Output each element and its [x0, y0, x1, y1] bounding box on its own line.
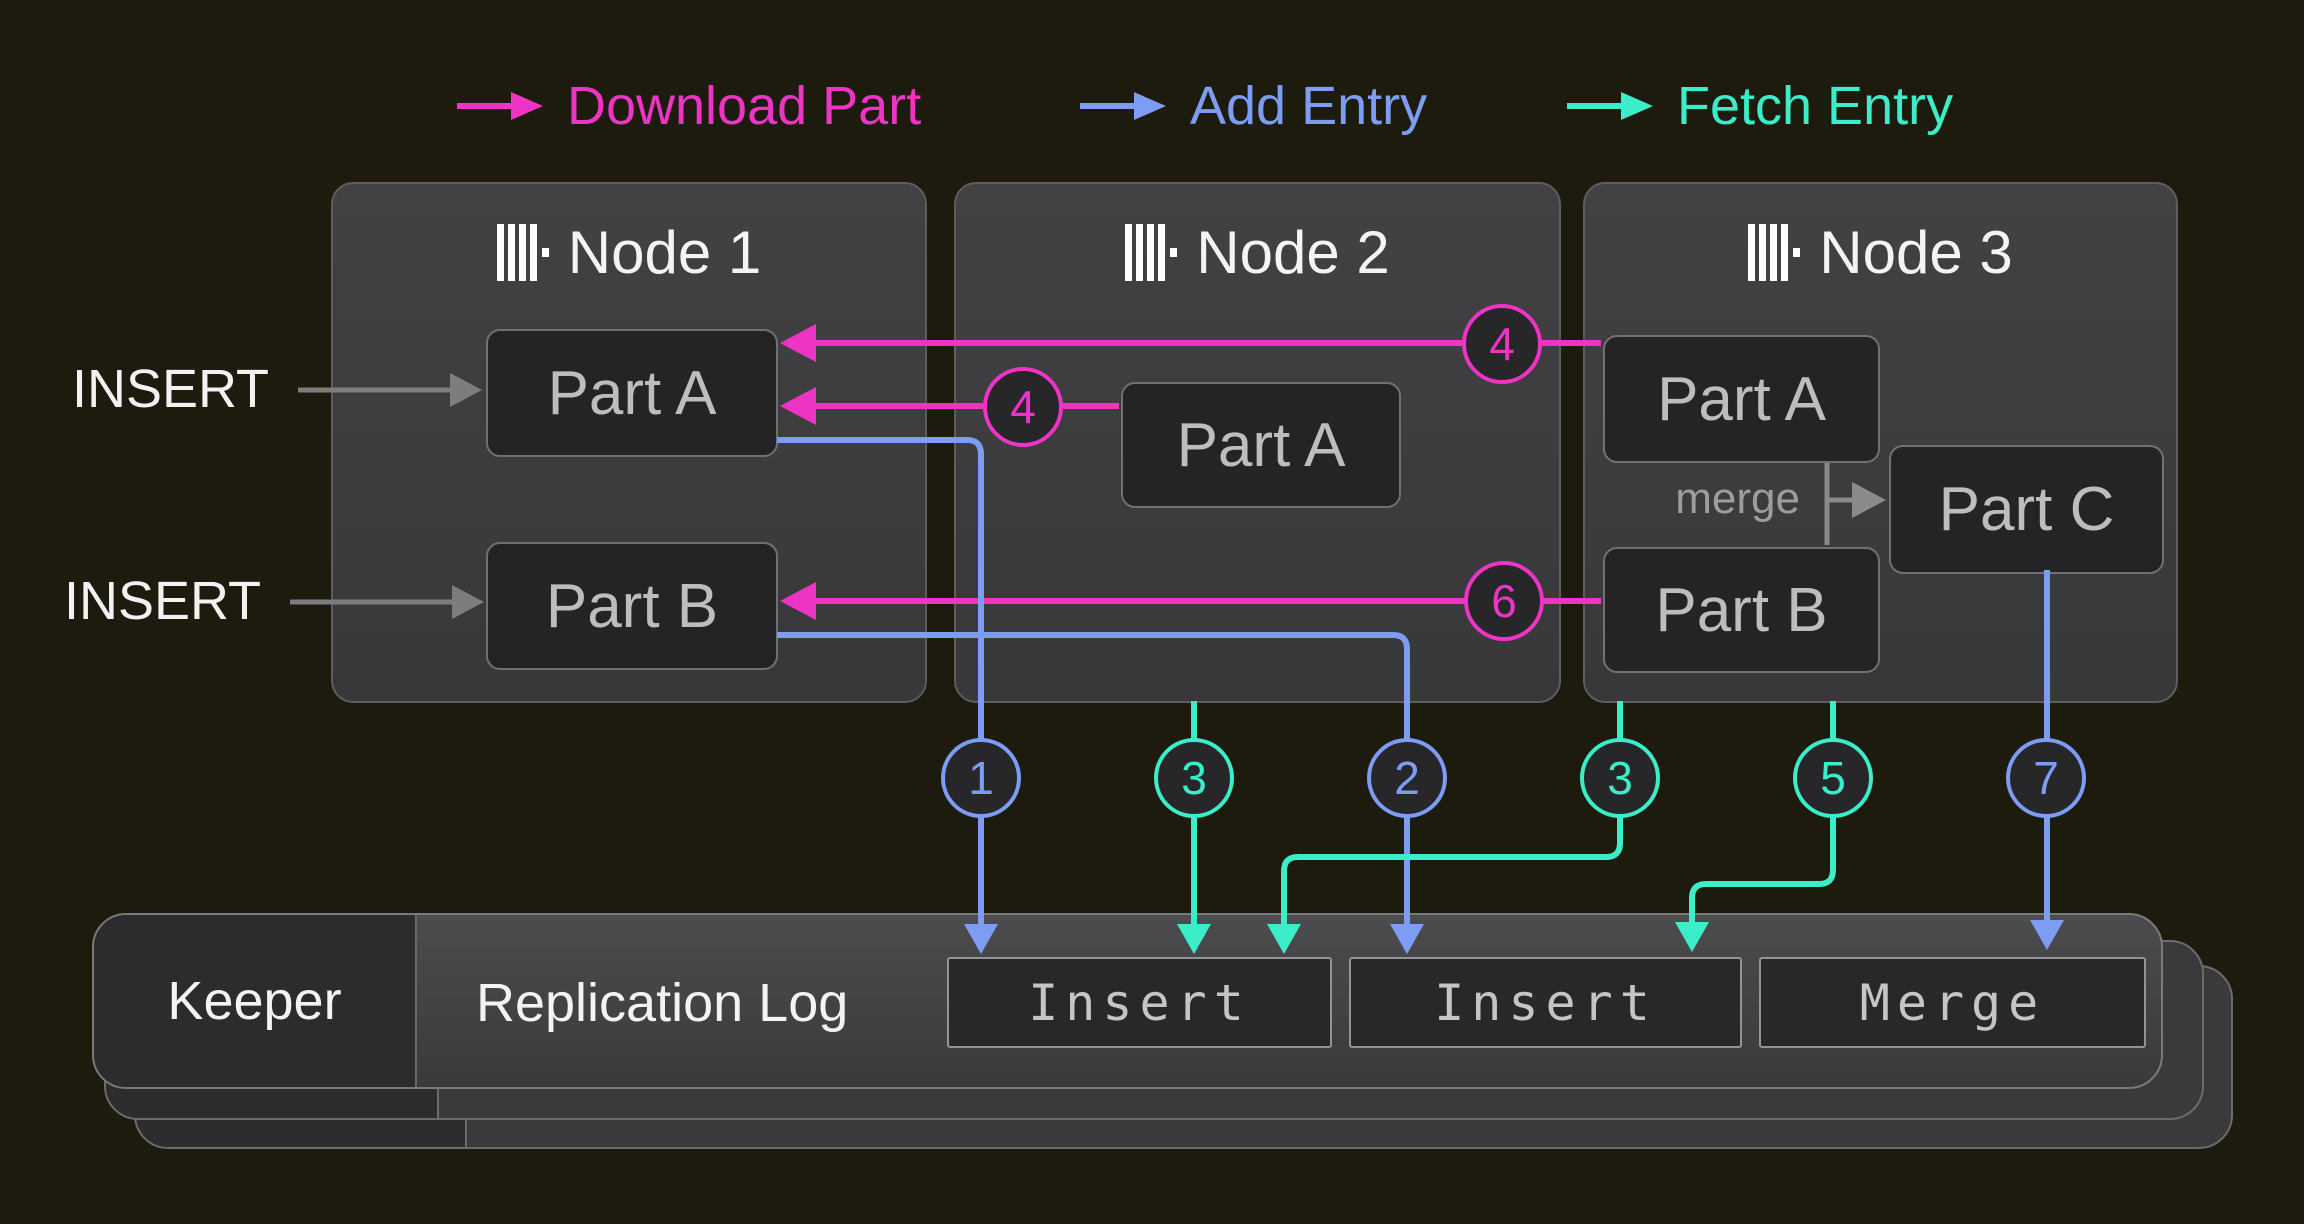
log-entry-insert-2: Insert — [1349, 957, 1742, 1048]
node-1-part-a: Part A — [486, 329, 778, 457]
node-3-part-c: Part C — [1889, 445, 2164, 574]
node-3-header: Node 3 — [1585, 222, 2176, 282]
node-1-part-a-label: Part A — [548, 358, 717, 429]
node-3-part-a: Part A — [1603, 335, 1880, 463]
node-2-header: Node 2 — [956, 222, 1559, 282]
step-badge-1: 1 — [941, 738, 1021, 818]
merge-label: merge — [1560, 474, 1800, 524]
step-badge-7: 7 — [2006, 738, 2086, 818]
node-1-part-b-label: Part B — [546, 571, 718, 642]
legend-item-add-entry: Add Entry — [1078, 78, 1427, 134]
node-2-part-a-label: Part A — [1177, 410, 1346, 481]
node-3-part-b-label: Part B — [1655, 575, 1827, 646]
step-badge-3a: 3 — [1154, 738, 1234, 818]
legend-label-fetch-entry: Fetch Entry — [1677, 75, 1953, 137]
step-badge-download-4-mid: 4 — [983, 367, 1063, 447]
replication-diagram: Download Part Add Entry Fetch Entry INSE… — [0, 0, 2304, 1224]
node-1-title: Node 1 — [568, 218, 761, 287]
legend-item-fetch-entry: Fetch Entry — [1565, 78, 1953, 134]
log-entry-merge-label: Merge — [1860, 974, 2046, 1032]
node-3-part-b: Part B — [1603, 547, 1880, 673]
legend-item-download-part: Download Part — [455, 78, 921, 134]
legend-label-add-entry: Add Entry — [1190, 75, 1427, 137]
insert-label-2: INSERT — [64, 574, 261, 628]
node-3-part-c-label: Part C — [1939, 474, 2115, 545]
insert-label-1: INSERT — [72, 362, 269, 416]
node-3-part-a-label: Part A — [1657, 364, 1826, 435]
keeper-section: Keeper — [94, 915, 417, 1087]
node-1: Node 1 Part A Part B — [331, 182, 927, 703]
step-badge-download-4-top: 4 — [1462, 304, 1542, 384]
node-1-part-b: Part B — [486, 542, 778, 670]
log-entry-insert-1: Insert — [947, 957, 1332, 1048]
step-badge-5: 5 — [1793, 738, 1873, 818]
log-entry-merge: Merge — [1759, 957, 2146, 1048]
step-badge-3b: 3 — [1580, 738, 1660, 818]
node-3: Node 3 Part A Part B Part C — [1583, 182, 2178, 703]
fetch-entry-arrow-icon — [1565, 84, 1655, 128]
clickhouse-icon — [1748, 224, 1801, 281]
keeper-label: Keeper — [167, 970, 341, 1032]
fetch-entry-lines — [1194, 701, 1833, 928]
clickhouse-icon — [497, 224, 550, 281]
node-1-header: Node 1 — [333, 222, 925, 282]
replication-log-container: Keeper Replication Log Insert Insert Mer… — [92, 913, 2163, 1089]
clickhouse-icon — [1125, 224, 1178, 281]
log-entry-insert-1-label: Insert — [1028, 974, 1251, 1032]
step-badge-download-6: 6 — [1464, 561, 1544, 641]
node-2: Node 2 Part A — [954, 182, 1561, 703]
download-part-arrow-icon — [455, 84, 545, 128]
step-badge-2: 2 — [1367, 738, 1447, 818]
node-3-title: Node 3 — [1819, 218, 2012, 287]
node-2-title: Node 2 — [1196, 218, 1389, 287]
node-2-part-a: Part A — [1121, 382, 1401, 508]
replication-log-title: Replication Log — [476, 915, 848, 1089]
legend-label-download-part: Download Part — [567, 75, 921, 137]
log-entry-insert-2-label: Insert — [1434, 974, 1657, 1032]
add-entry-arrow-icon — [1078, 84, 1168, 128]
